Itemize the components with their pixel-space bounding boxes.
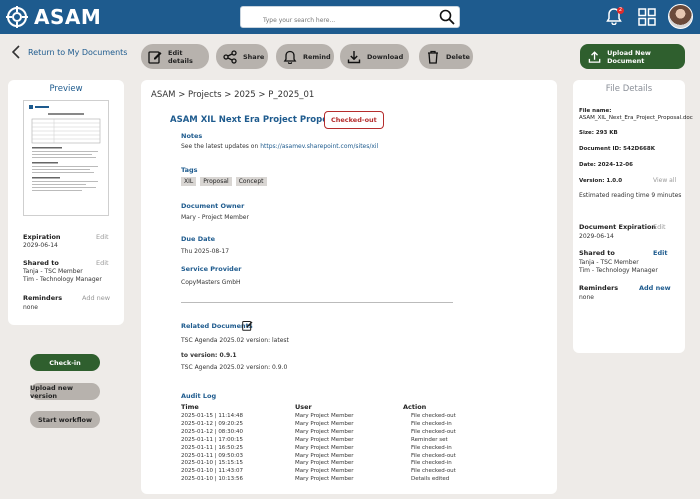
file-name-label: File name: bbox=[579, 108, 612, 114]
apps-grid-icon[interactable] bbox=[638, 8, 656, 26]
document-expiration-value: 2029-06-14 bbox=[579, 233, 614, 240]
expiration-value: 2029-06-14 bbox=[23, 242, 58, 249]
reminders-add-link[interactable]: Add new bbox=[639, 284, 671, 292]
remind-button[interactable]: Remind bbox=[276, 44, 334, 69]
top-bar: ASAM 2 bbox=[0, 0, 700, 34]
document-title: ASAM XIL Next Era Project Proposal bbox=[170, 115, 342, 125]
shared-user: Tanja - TSC Member bbox=[579, 259, 639, 266]
file-size: Size: 293 KB bbox=[579, 130, 618, 136]
upload-icon bbox=[588, 50, 601, 63]
notes-label: Notes bbox=[181, 132, 203, 140]
expiration-edit-link[interactable]: Edit bbox=[653, 223, 666, 231]
view-all-versions-link[interactable]: View all bbox=[653, 177, 676, 184]
audit-header-user: User bbox=[295, 403, 312, 411]
tag[interactable]: Proposal bbox=[200, 177, 232, 186]
search-input[interactable] bbox=[241, 10, 431, 31]
back-to-documents-link[interactable]: Return to My Documents bbox=[12, 45, 127, 59]
app-logo[interactable]: ASAM bbox=[6, 5, 101, 29]
expiration-edit-link[interactable]: Edit bbox=[96, 233, 109, 241]
notification-badge: 2 bbox=[617, 7, 624, 14]
file-date: Date: 2024-12-06 bbox=[579, 162, 633, 168]
edit-related-icon[interactable] bbox=[242, 320, 253, 331]
upload-new-document-button[interactable]: Upload New Document bbox=[580, 44, 685, 69]
shared-user: Tanja - TSC Member bbox=[23, 268, 83, 275]
service-provider-label: Service Provider bbox=[181, 265, 242, 273]
table-row: 2025-01-10 | 11:43:07 Mary Project Member… bbox=[181, 468, 456, 475]
document-owner-value: Mary - Project Member bbox=[181, 214, 249, 221]
download-button[interactable]: Download bbox=[340, 44, 409, 69]
audit-header-action: Action bbox=[403, 403, 427, 411]
related-version-label: to version: 0.9.1 bbox=[181, 352, 237, 359]
shared-to-label: Shared to bbox=[579, 249, 615, 257]
tag[interactable]: Concept bbox=[235, 177, 267, 186]
table-row: 2025-01-12 | 08:30:40 Mary Project Member… bbox=[181, 428, 456, 435]
notes-link[interactable]: https://asamev.sharepoint.com/sites/xil bbox=[260, 143, 378, 150]
trash-icon bbox=[428, 50, 438, 64]
check-in-button[interactable]: Check-in bbox=[30, 354, 100, 371]
file-details-panel: File Details File name: ASAM_XIL_Next_Er… bbox=[573, 80, 693, 353]
related-document[interactable]: TSC Agenda 2025.02 version: 0.9.0 bbox=[181, 364, 287, 371]
section-divider bbox=[181, 302, 453, 303]
download-icon bbox=[347, 50, 361, 63]
share-button[interactable]: Share bbox=[216, 44, 268, 69]
reminders-label: Reminders bbox=[579, 284, 619, 292]
back-label: Return to My Documents bbox=[28, 47, 128, 57]
audit-header-row: Time User Action bbox=[181, 403, 491, 413]
table-row: 2025-01-11 | 16:50:25 Mary Project Member… bbox=[181, 444, 452, 451]
bell-icon bbox=[283, 50, 297, 64]
table-row: 2025-01-11 | 09:50:03 Mary Project Member… bbox=[181, 452, 456, 459]
document-expiration-label: Document Expiration bbox=[579, 223, 657, 231]
asam-logo-icon bbox=[6, 6, 28, 28]
table-row: 2025-01-12 | 09:20:25 Mary Project Member… bbox=[181, 420, 452, 427]
audit-log-label: Audit Log bbox=[181, 392, 217, 400]
document-page-image bbox=[29, 105, 101, 191]
shared-user: Tim - Technology Manager bbox=[579, 267, 658, 274]
preview-panel: Preview Expiration Edit 2029-06-14 Share… bbox=[8, 80, 124, 325]
document-id: Document ID: 542D668K bbox=[579, 146, 655, 152]
table-row: 2025-01-10 | 15:15:15 Mary Project Member… bbox=[181, 460, 452, 467]
edit-icon bbox=[148, 50, 162, 64]
upload-new-version-button[interactable]: Upload new version bbox=[30, 383, 100, 400]
shared-to-label: Shared to bbox=[23, 259, 59, 267]
service-provider-value: CopyMasters GmbH bbox=[181, 279, 241, 286]
reminders-add-link[interactable]: Add new bbox=[82, 294, 110, 302]
edit-details-button[interactable]: Edit details bbox=[141, 44, 209, 69]
user-avatar[interactable] bbox=[668, 4, 693, 29]
preview-title: Preview bbox=[49, 84, 83, 94]
file-version: Version: 1.0.0 bbox=[579, 178, 623, 184]
table-row: 2025-01-10 | 10:13:56 Mary Project Member… bbox=[181, 476, 450, 483]
chevron-left-icon bbox=[12, 45, 20, 59]
tag[interactable]: XIL bbox=[181, 177, 197, 186]
tag-list: XIL Proposal Concept bbox=[181, 177, 267, 186]
audit-log-table: Time User Action 2025-01-15 | 11:14:48 Ma… bbox=[181, 403, 491, 484]
share-icon bbox=[223, 49, 237, 64]
file-name-value: ASAM_XIL_Next_Era_Project_Proposal.docx bbox=[579, 115, 693, 121]
due-date-label: Due Date bbox=[181, 235, 215, 243]
app-name: ASAM bbox=[34, 5, 102, 29]
reminders-value: none bbox=[579, 294, 594, 301]
search-box bbox=[240, 6, 460, 31]
audit-header-time: Time bbox=[181, 403, 199, 411]
breadcrumb[interactable]: ASAM > Projects > 2025 > P_2025_01 bbox=[151, 90, 314, 100]
reading-time: Estimated reading time 9 minutes bbox=[579, 192, 682, 199]
tags-label: Tags bbox=[181, 166, 198, 174]
search-icon[interactable] bbox=[439, 9, 455, 25]
shared-edit-link[interactable]: Edit bbox=[653, 249, 667, 257]
reminders-value: none bbox=[23, 304, 38, 311]
document-thumbnail[interactable] bbox=[23, 100, 109, 216]
expiration-label: Expiration bbox=[23, 233, 61, 241]
table-row: 2025-01-15 | 11:14:48 Mary Project Member… bbox=[181, 413, 456, 419]
related-document[interactable]: TSC Agenda 2025.02 version: latest bbox=[181, 337, 289, 344]
document-owner-label: Document Owner bbox=[181, 202, 245, 210]
due-date-value: Thu 2025-08-17 bbox=[181, 248, 230, 255]
shared-user: Tim - Technology Manager bbox=[23, 276, 102, 283]
status-badge: Checked-out bbox=[324, 111, 384, 129]
table-row: 2025-01-11 | 17:00:15 Mary Project Member… bbox=[181, 436, 448, 443]
delete-button[interactable]: Delete bbox=[419, 44, 473, 69]
file-details-title: File Details bbox=[605, 84, 653, 94]
start-workflow-button[interactable]: Start workflow bbox=[30, 411, 100, 428]
shared-edit-link[interactable]: Edit bbox=[96, 259, 109, 267]
notes-text: See the latest updates on https://asamev… bbox=[181, 143, 379, 150]
reminders-label: Reminders bbox=[23, 294, 63, 302]
